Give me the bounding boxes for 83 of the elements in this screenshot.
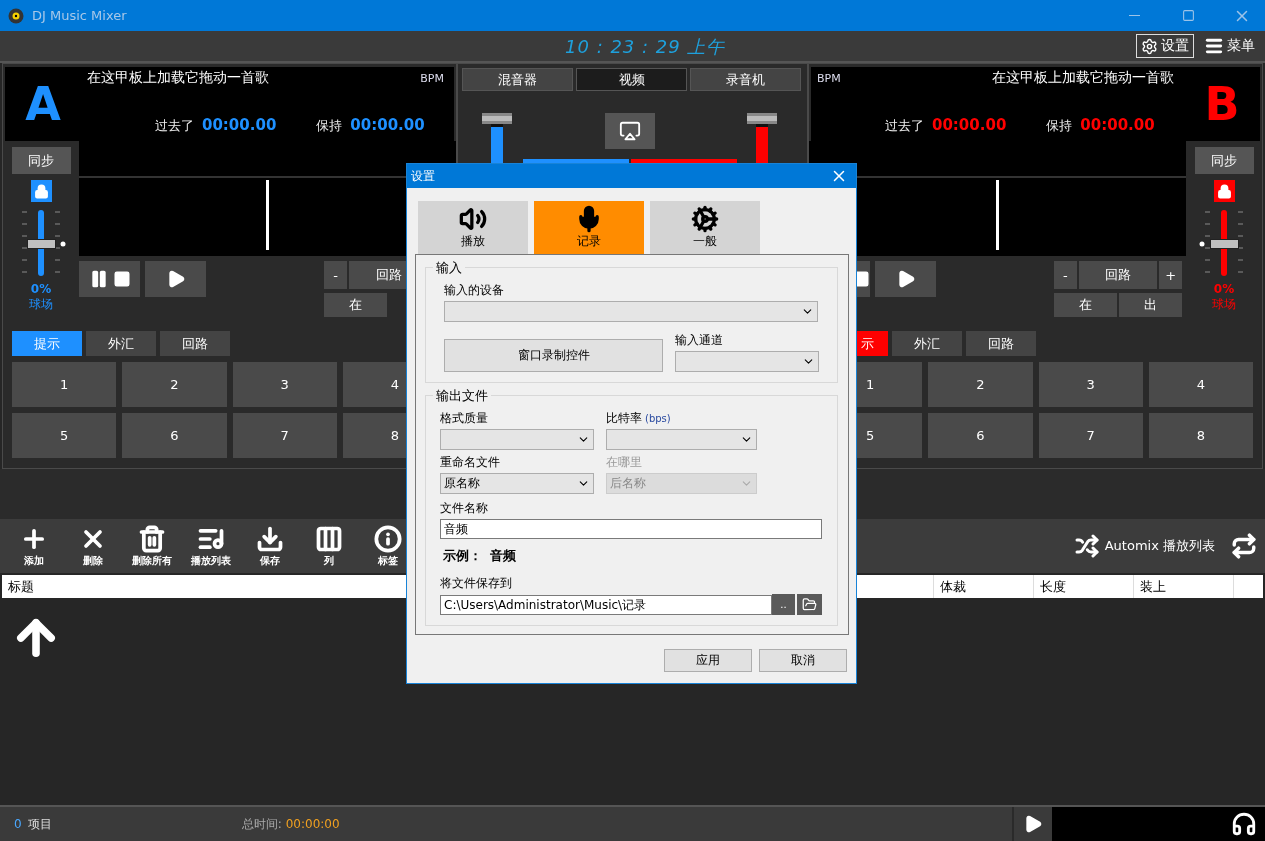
- recording-controls-button[interactable]: 窗口录制控件: [444, 339, 663, 372]
- hot-cue-pad[interactable]: 6: [122, 413, 227, 458]
- loop-button[interactable]: +: [1159, 261, 1182, 289]
- automix-button[interactable]: Automix 播放列表: [1068, 533, 1221, 559]
- hot-cue-pad[interactable]: 7: [1038, 413, 1143, 458]
- save-path-input[interactable]: C:\Users\Administrator\Music\记录: [440, 595, 772, 615]
- elapsed-time: 00:00.00: [202, 116, 277, 134]
- group-title: 输入: [433, 259, 465, 277]
- hot-cue-pad[interactable]: 4: [1148, 362, 1253, 407]
- elapsed-time: 00:00.00: [932, 116, 1007, 134]
- browse-button[interactable]: ..: [772, 594, 795, 615]
- pitch-reading: 0%: [30, 282, 52, 296]
- bpm-label: BPM: [420, 72, 444, 85]
- hot-cue-pad[interactable]: 5: [12, 413, 117, 458]
- remaining-label: 保持: [316, 118, 343, 133]
- settings-tab[interactable]: 播放: [418, 201, 528, 254]
- filename-input[interactable]: 音频: [440, 519, 822, 539]
- cue-tab[interactable]: 回路: [966, 331, 1036, 356]
- deck-letter: B: [1203, 76, 1241, 133]
- delete-button[interactable]: 删除: [63, 521, 122, 571]
- field-label: 输入通道: [675, 332, 724, 349]
- mixer-tab[interactable]: 视频: [576, 68, 687, 91]
- example-value: 音频: [490, 547, 516, 565]
- cue-tab[interactable]: 外汇: [892, 331, 962, 356]
- columns-button[interactable]: 列: [299, 521, 358, 571]
- save-button[interactable]: 保存: [240, 521, 299, 571]
- hot-cue-pad[interactable]: 6: [928, 413, 1033, 458]
- playlist-button[interactable]: 播放列表: [181, 521, 240, 571]
- hot-cue-pad[interactable]: 7: [232, 413, 337, 458]
- tags-button[interactable]: 标签: [358, 521, 417, 571]
- dialog-title: 设置: [411, 167, 435, 185]
- remaining-time: 00:00.00: [350, 116, 425, 134]
- remaining-label: 保持: [1046, 118, 1073, 133]
- field-label: 在哪里: [606, 454, 643, 471]
- hot-cue-pad[interactable]: 1: [12, 362, 117, 407]
- deck-letter: A: [24, 76, 62, 133]
- settings-tab[interactable]: 一般: [650, 201, 760, 254]
- cue-tab[interactable]: 回路: [160, 331, 230, 356]
- settings-tab[interactable]: 记录: [534, 201, 644, 254]
- pitch-reading: 0%: [1213, 282, 1235, 296]
- loop-button[interactable]: -: [1054, 261, 1077, 289]
- track-title: 在这甲板上加载它拖动一首歌: [87, 69, 269, 87]
- loop-button[interactable]: 在: [324, 293, 387, 317]
- field-label: 将文件保存到: [440, 575, 513, 592]
- hot-cue-pad[interactable]: 3: [1038, 362, 1143, 407]
- total-time: 00:00:00: [285, 817, 340, 831]
- items-label: 项目: [27, 815, 52, 833]
- example-label: 示例：: [443, 547, 482, 565]
- field-label: 比特率 (bps): [606, 410, 672, 427]
- hot-cue-pad[interactable]: 3: [232, 362, 337, 407]
- dialog-button[interactable]: 应用: [664, 649, 752, 672]
- loop-button[interactable]: 在: [1054, 293, 1117, 317]
- window-title: DJ Music Mixer: [32, 8, 128, 23]
- field-label: 输入的设备: [444, 282, 505, 299]
- loop-button[interactable]: 回路: [1078, 261, 1158, 289]
- remaining-time: 00:00.00: [1080, 116, 1155, 134]
- sync-button[interactable]: 同步: [11, 147, 71, 174]
- loop-button[interactable]: -: [324, 261, 347, 289]
- loop-button[interactable]: 出: [1119, 293, 1182, 317]
- dialog-button[interactable]: 取消: [759, 649, 847, 672]
- elapsed-label: 过去了: [885, 118, 924, 133]
- settings-button[interactable]: 设置: [1136, 34, 1194, 58]
- mixer-tab[interactable]: 混音器: [462, 68, 573, 91]
- group-title: 输出文件: [433, 387, 491, 405]
- hot-cue-pad[interactable]: 8: [1148, 413, 1253, 458]
- item-count: 0: [14, 817, 22, 831]
- bpm-label: BPM: [817, 72, 841, 85]
- pitch-label: 球场: [1212, 296, 1236, 313]
- mixer-tab[interactable]: 录音机: [690, 68, 801, 91]
- delete-all-button[interactable]: 删除所有: [122, 521, 181, 571]
- total-time-label: 总时间:: [241, 815, 282, 833]
- cue-tab[interactable]: 外汇: [86, 331, 156, 356]
- track-title: 在这甲板上加载它拖动一首歌: [992, 69, 1174, 87]
- hot-cue-pad[interactable]: 2: [928, 362, 1033, 407]
- sync-button[interactable]: 同步: [1194, 147, 1254, 174]
- field-label: 文件名称: [440, 500, 489, 517]
- elapsed-label: 过去了: [155, 118, 194, 133]
- hot-cue-pad[interactable]: 2: [122, 362, 227, 407]
- pitch-label: 球场: [29, 296, 53, 313]
- add-button[interactable]: 添加: [4, 521, 63, 571]
- menu-button[interactable]: 菜单: [1200, 34, 1259, 58]
- rename-select[interactable]: 原名称: [440, 473, 594, 494]
- clock: 10 : 23 : 29 上午: [565, 35, 726, 59]
